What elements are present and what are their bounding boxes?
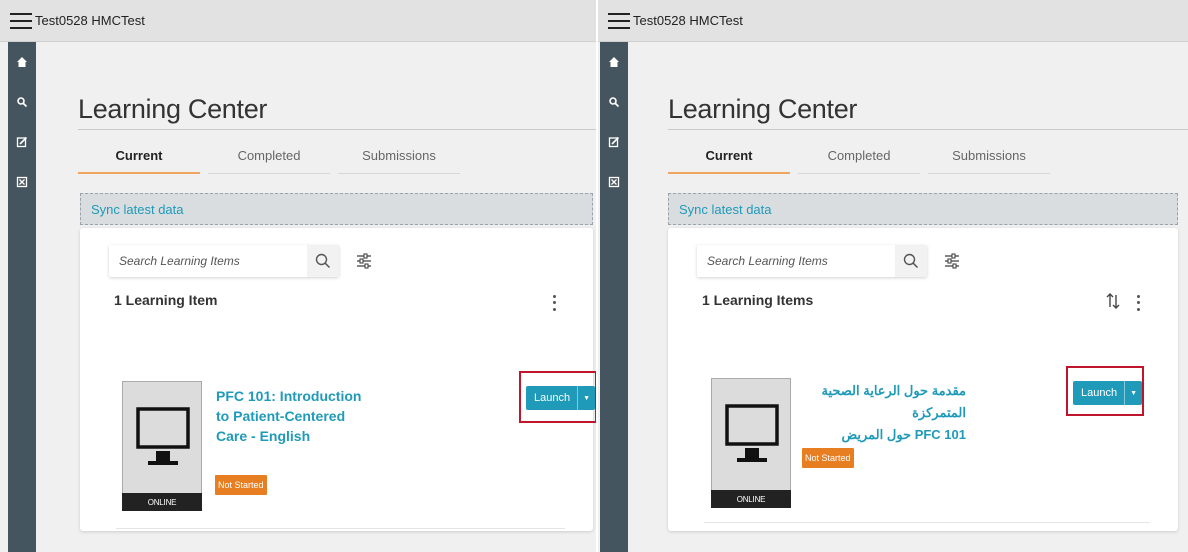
- right-panel: Test0528 HMCTest Learning Center Current…: [598, 0, 1188, 552]
- search-button[interactable]: [307, 245, 339, 277]
- status-badge: Not Started: [215, 475, 267, 495]
- main-content: Learning Center Current Completed Submis…: [628, 42, 1188, 552]
- title-divider: [668, 129, 1188, 130]
- search-icon: [903, 253, 919, 269]
- format-tag: ONLINE: [711, 490, 791, 508]
- status-badge: Not Started: [802, 448, 854, 468]
- home-icon[interactable]: [14, 54, 30, 70]
- launch-highlight-box: Launch ▼: [1066, 366, 1144, 416]
- filter-sliders-icon[interactable]: [943, 252, 961, 270]
- title-divider: [78, 129, 598, 130]
- tab-submissions[interactable]: Submissions: [928, 138, 1050, 174]
- app-title: Test0528 HMCTest: [35, 13, 145, 28]
- hamburger-icon[interactable]: [10, 12, 32, 29]
- tab-current[interactable]: Current: [668, 138, 790, 174]
- format-tag: ONLINE: [122, 493, 202, 511]
- tab-submissions[interactable]: Submissions: [338, 138, 460, 174]
- left-panel: Test0528 HMCTest Learning Center Current…: [0, 0, 598, 552]
- item-divider: [116, 528, 565, 529]
- item-thumbnail: ONLINE: [122, 381, 202, 511]
- item-count-label: 1 Learning Item: [114, 292, 218, 308]
- tab-completed[interactable]: Completed: [208, 138, 330, 174]
- top-bar: Test0528 HMCTest: [0, 0, 598, 42]
- sidebar: [8, 42, 36, 552]
- search-icon[interactable]: [14, 94, 30, 110]
- sync-latest-data-link[interactable]: Sync latest data: [668, 193, 1178, 225]
- tab-bar: Current Completed Submissions: [78, 138, 468, 174]
- monitor-icon: [725, 404, 779, 462]
- launch-button[interactable]: Launch ▼: [526, 386, 596, 410]
- item-divider: [704, 522, 1150, 523]
- monitor-icon: [136, 407, 190, 465]
- sort-icon[interactable]: [1106, 292, 1120, 310]
- caret-down-icon[interactable]: ▼: [1124, 381, 1142, 405]
- search-icon[interactable]: [606, 94, 622, 110]
- edit-icon[interactable]: [14, 134, 30, 150]
- top-bar: Test0528 HMCTest: [598, 0, 1188, 42]
- learning-item-title-link[interactable]: مقدمة حول الرعاية الصحية المتمركزة PFC 1…: [796, 380, 966, 446]
- search-button[interactable]: [895, 245, 927, 277]
- filter-sliders-icon[interactable]: [355, 252, 373, 270]
- app-title: Test0528 HMCTest: [633, 13, 743, 28]
- edit-icon[interactable]: [606, 134, 622, 150]
- item-title-line-2: PFC 101 حول المريض: [841, 427, 966, 442]
- search-icon: [315, 253, 331, 269]
- more-vertical-icon[interactable]: [550, 293, 558, 313]
- close-box-icon[interactable]: [14, 174, 30, 190]
- item-count-label: 1 Learning Items: [702, 292, 814, 308]
- item-title-line-1: مقدمة حول الرعاية الصحية المتمركزة: [821, 383, 966, 420]
- search-input[interactable]: [109, 245, 307, 277]
- search-box: [697, 245, 927, 277]
- more-vertical-icon[interactable]: [1134, 293, 1142, 313]
- close-box-icon[interactable]: [606, 174, 622, 190]
- sidebar: [600, 42, 628, 552]
- hamburger-icon[interactable]: [608, 12, 630, 29]
- sync-latest-data-link[interactable]: Sync latest data: [80, 193, 593, 225]
- item-thumbnail: ONLINE: [711, 378, 791, 508]
- page-title: Learning Center: [78, 94, 268, 124]
- learning-items-card: 1 Learning Item ONLINE PFC 101: Introduc…: [80, 228, 597, 531]
- home-icon[interactable]: [606, 54, 622, 70]
- learning-item-title-link[interactable]: PFC 101: Introduction to Patient-Centere…: [216, 386, 376, 446]
- search-input[interactable]: [697, 245, 895, 277]
- tab-current[interactable]: Current: [78, 138, 200, 174]
- page-title: Learning Center: [668, 94, 858, 124]
- main-content: Learning Center Current Completed Submis…: [36, 42, 598, 552]
- launch-label: Launch: [534, 392, 571, 404]
- search-box: [109, 245, 339, 277]
- launch-button[interactable]: Launch ▼: [1073, 381, 1143, 405]
- learning-items-card: 1 Learning Items ONLINE مقدمة حول الرعاي…: [668, 228, 1178, 531]
- launch-highlight-box: Launch ▼: [519, 371, 597, 423]
- tab-completed[interactable]: Completed: [798, 138, 920, 174]
- caret-down-icon[interactable]: ▼: [577, 386, 595, 410]
- launch-label: Launch: [1081, 387, 1118, 399]
- tab-bar: Current Completed Submissions: [668, 138, 1058, 174]
